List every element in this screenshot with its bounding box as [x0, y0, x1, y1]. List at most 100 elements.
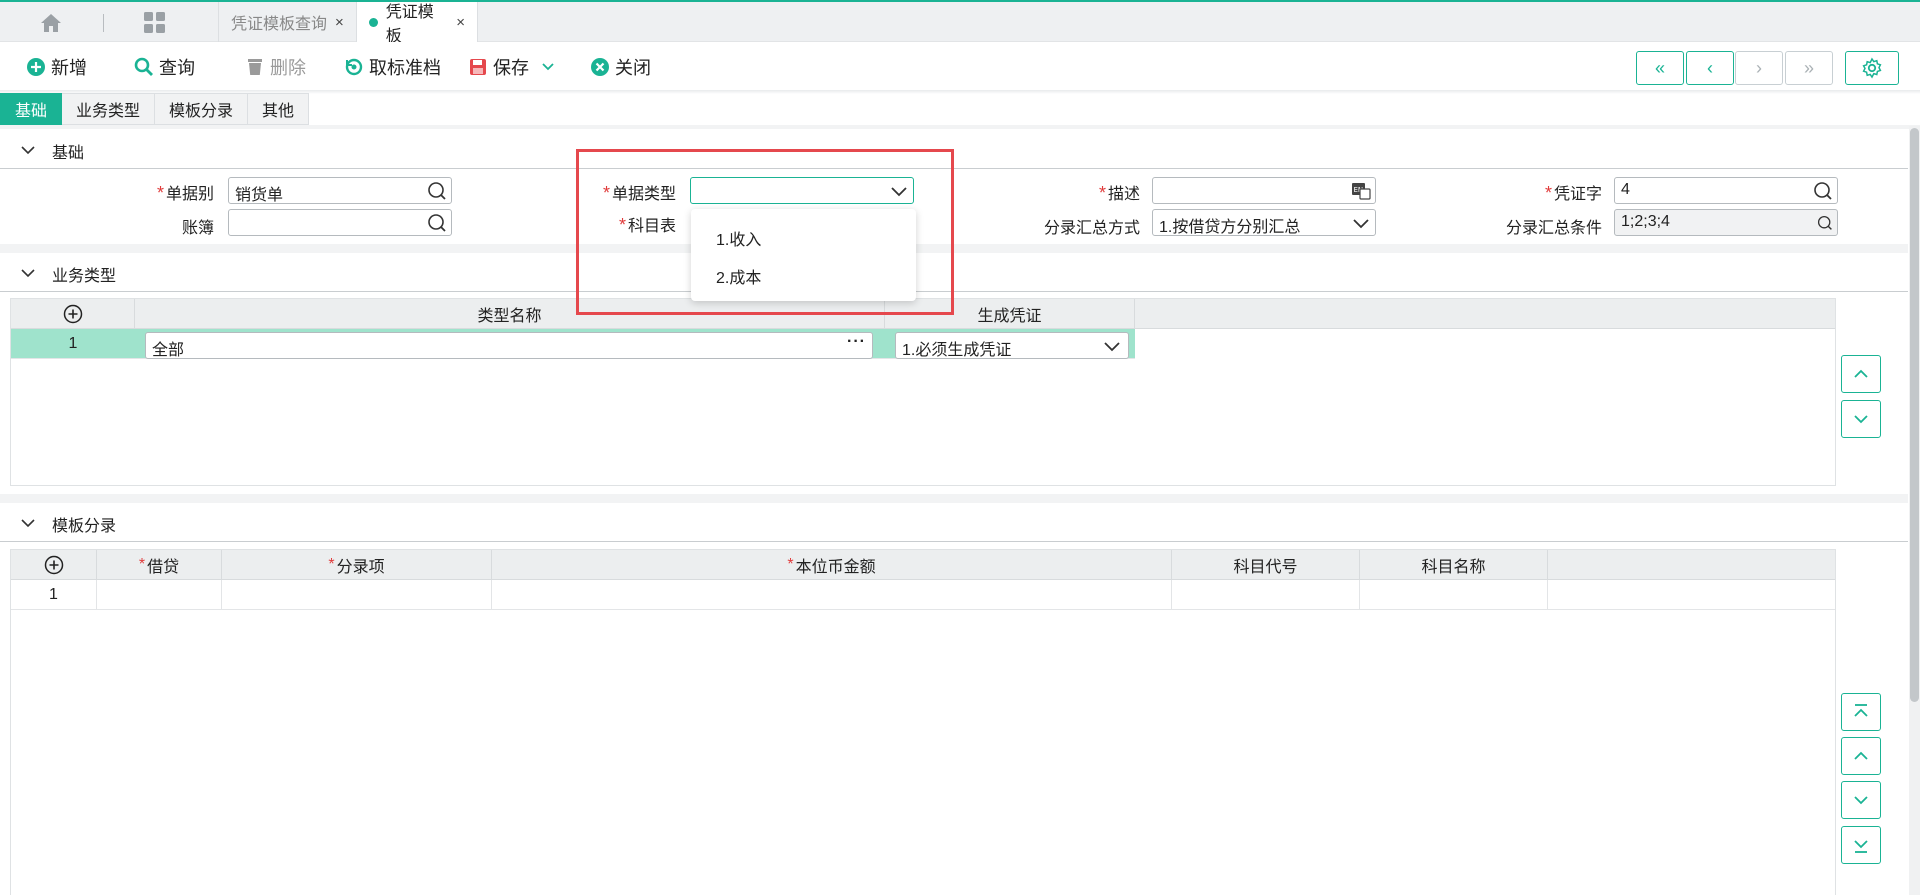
next-record-button[interactable]: › [1735, 51, 1783, 85]
doc-kind-field[interactable]: 销货单 [228, 177, 452, 204]
search-icon[interactable] [427, 181, 447, 201]
search-icon [134, 57, 153, 76]
chevron-down-icon[interactable] [541, 62, 555, 72]
section-business-header[interactable]: 业务类型 [0, 256, 1908, 292]
subtab-template-entries[interactable]: 模板分录 [155, 93, 249, 125]
delete-button[interactable]: 删除 [245, 54, 306, 80]
voucher-word-label: * 凭证字 [1544, 183, 1602, 203]
close-icon[interactable]: × [335, 14, 344, 31]
highlight-box [576, 149, 954, 315]
subject-code-cell[interactable] [1172, 580, 1360, 610]
column-header-entry-item: * 分录项 [222, 550, 492, 580]
first-record-button[interactable]: « [1636, 51, 1684, 85]
add-button[interactable]: 新增 [26, 54, 87, 80]
add-row-button[interactable] [11, 550, 97, 580]
prev-record-button[interactable]: ‹ [1686, 51, 1734, 85]
active-dot-icon [369, 17, 378, 27]
row-index: 1 [68, 335, 78, 352]
table-row[interactable]: 1 [11, 580, 1835, 610]
chevron-up-icon [1854, 369, 1868, 378]
add-row-button[interactable] [11, 299, 135, 329]
move-down-button[interactable] [1841, 400, 1881, 438]
save-button[interactable]: 保存 [468, 54, 555, 80]
separator-band [0, 494, 1908, 503]
section-title: 基础 [52, 144, 85, 162]
query-label: 查询 [159, 58, 195, 78]
chevron-down-icon [1854, 415, 1868, 424]
tab-voucher-template[interactable]: 凭证模板 × [356, 2, 478, 45]
summary-condition-field[interactable]: 1;2;3;4 [1614, 209, 1838, 236]
settings-button[interactable] [1845, 51, 1899, 85]
tab-divider [103, 14, 104, 32]
move-up-button[interactable] [1841, 737, 1881, 775]
chevron-up-icon [1854, 751, 1868, 760]
tab-label: 凭证模板查询 [231, 16, 328, 33]
description-field[interactable]: EN [1152, 177, 1376, 204]
chevron-down-icon [21, 269, 35, 278]
business-grid: 类型名称 生成凭证 1 全部 ··· 1.必须生成凭证 [10, 298, 1836, 486]
table-row[interactable]: 1 全部 ··· 1.必须生成凭证 [11, 329, 1135, 359]
separator-band [0, 244, 1908, 253]
gear-icon [1862, 57, 1882, 79]
ledger-field[interactable] [228, 209, 452, 236]
generate-voucher-select[interactable]: 1.必须生成凭证 [895, 332, 1129, 359]
subtab-other[interactable]: 其他 [248, 93, 310, 125]
chevron-down-icon [21, 519, 35, 528]
summary-method-select[interactable]: 1.按借贷方分别汇总 [1152, 209, 1376, 236]
section-entries-header[interactable]: 模板分录 [0, 506, 1908, 542]
debit-credit-cell[interactable] [97, 580, 222, 610]
voucher-word-value: 4 [1621, 181, 1630, 198]
floppy-icon [470, 59, 486, 75]
subject-name-cell[interactable] [1360, 580, 1548, 610]
column-header-subject-name: 科目名称 [1360, 550, 1548, 580]
section-title: 模板分录 [52, 517, 117, 535]
subtab-business-type[interactable]: 业务类型 [62, 93, 156, 125]
row-index: 1 [11, 580, 97, 610]
language-icon[interactable]: EN [1351, 181, 1371, 201]
move-down-button[interactable] [1841, 781, 1881, 819]
doc-kind-label: * 单据别 [156, 183, 214, 203]
more-icon[interactable]: ··· [847, 333, 866, 351]
last-record-button[interactable]: » [1785, 51, 1833, 85]
query-button[interactable]: 查询 [134, 54, 195, 80]
amount-cell[interactable] [492, 580, 1172, 610]
ledger-label: 账簿 [181, 220, 214, 237]
delete-label: 删除 [270, 58, 306, 78]
move-top-button[interactable] [1841, 693, 1881, 731]
trash-icon [248, 59, 262, 75]
chevron-down-icon [21, 146, 35, 155]
double-right-icon: » [1803, 57, 1814, 78]
grid-icon[interactable] [142, 10, 168, 36]
scrollbar-thumb[interactable] [1910, 128, 1919, 702]
chevron-down-icon[interactable] [1102, 336, 1122, 356]
plus-circle-icon [27, 58, 45, 76]
generate-voucher-value: 1.必须生成凭证 [902, 342, 1012, 359]
toolbar: 新增 查询 删除 取标准档 保存 关闭 « ‹ › » [0, 42, 1920, 92]
description-label: * 描述 [1098, 183, 1140, 203]
close-icon[interactable]: × [456, 14, 465, 31]
plus-circle-icon [44, 555, 63, 575]
column-header-amount: * 本位币金额 [492, 550, 1172, 580]
voucher-word-field[interactable]: 4 [1614, 177, 1838, 204]
column-header-subject-code: 科目代号 [1172, 550, 1360, 580]
grid-header: * 借贷 * 分录项 * 本位币金额 科目代号 科目名称 [11, 550, 1835, 580]
close-circle-icon [591, 58, 609, 76]
add-label: 新增 [51, 58, 87, 78]
move-bottom-button[interactable] [1841, 826, 1881, 864]
section-basic-header[interactable]: 基础 [0, 133, 1908, 169]
subtab-basic[interactable]: 基础 [0, 93, 63, 125]
summary-condition-label: 分录汇总条件 [1505, 220, 1602, 237]
unmark-label: 取标准档 [369, 58, 441, 78]
unmark-standard-button[interactable]: 取标准档 [344, 54, 441, 80]
search-icon[interactable] [1813, 181, 1833, 201]
search-icon[interactable] [1817, 215, 1833, 231]
close-button[interactable]: 关闭 [590, 54, 651, 80]
type-name-field[interactable]: 全部 ··· [145, 332, 873, 359]
home-icon[interactable] [36, 12, 66, 34]
type-name-value: 全部 [152, 342, 185, 359]
move-up-button[interactable] [1841, 355, 1881, 393]
chevron-down-icon[interactable] [1351, 213, 1371, 233]
tab-voucher-template-query[interactable]: 凭证模板查询 × [218, 2, 356, 42]
entry-item-cell[interactable] [222, 580, 492, 610]
search-icon[interactable] [427, 213, 447, 233]
